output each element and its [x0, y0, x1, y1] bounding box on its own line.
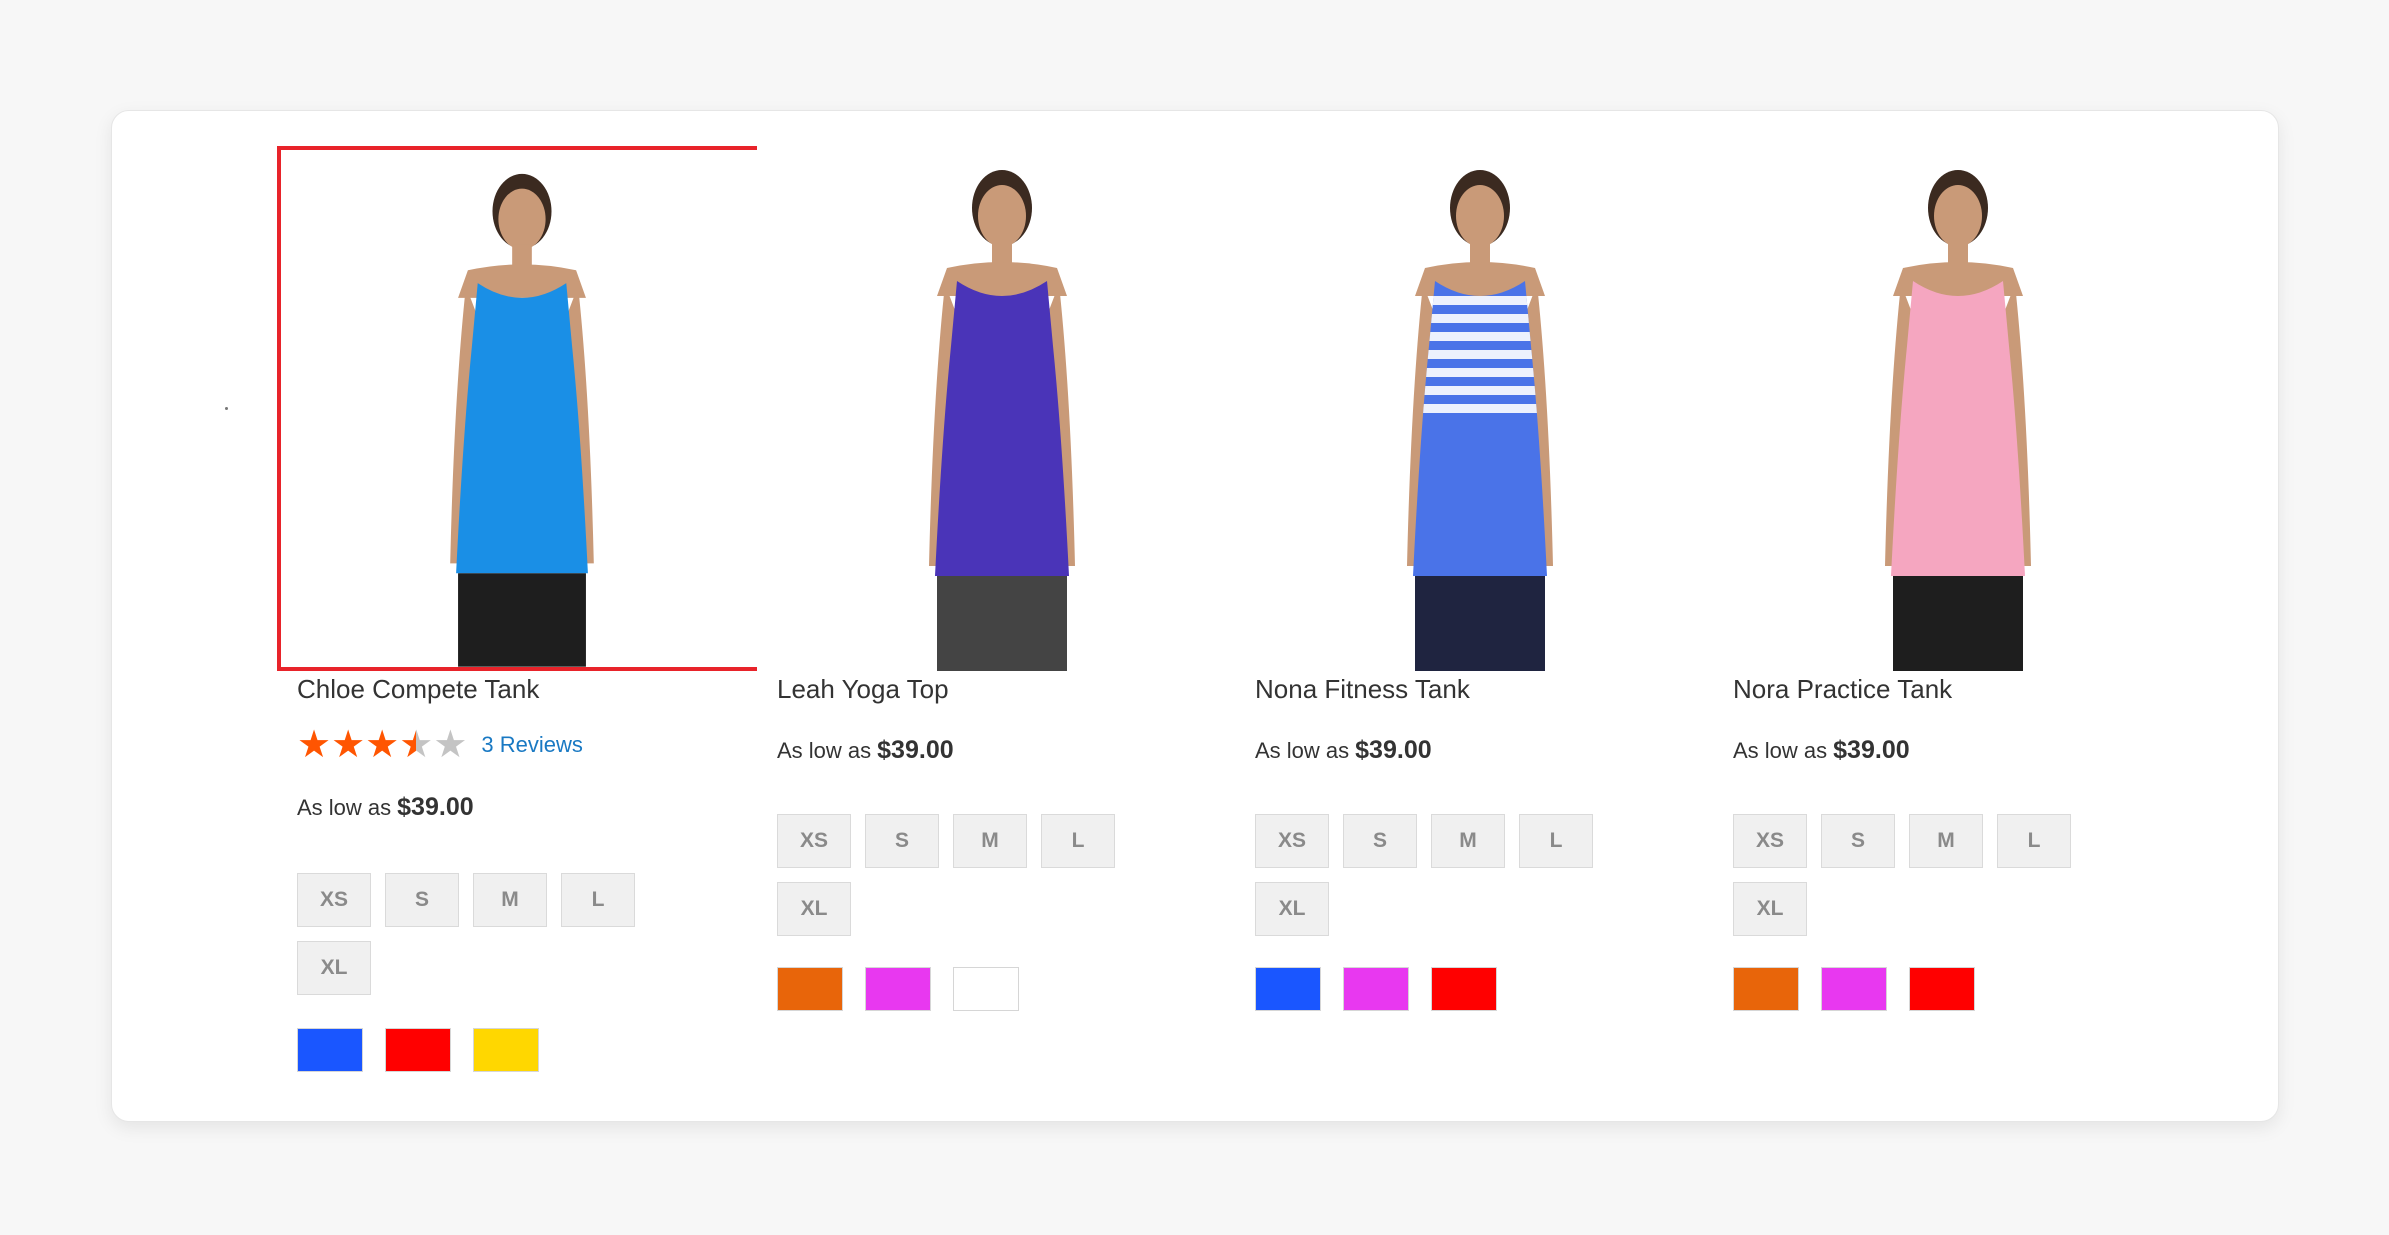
- size-swatches: XS S M L XL: [1255, 814, 1655, 936]
- size-option-s[interactable]: S: [865, 814, 939, 868]
- price-amount: $39.00: [397, 793, 474, 821]
- size-option-xs[interactable]: XS: [1255, 814, 1329, 868]
- size-option-s[interactable]: S: [1821, 814, 1895, 868]
- size-option-l[interactable]: L: [1997, 814, 2071, 868]
- product-image[interactable]: [1235, 146, 1725, 671]
- size-option-xl[interactable]: XL: [1733, 882, 1807, 936]
- color-swatches: [777, 967, 1019, 1011]
- color-swatch[interactable]: [1255, 967, 1321, 1011]
- product-name-link[interactable]: Leah Yoga Top: [777, 674, 949, 705]
- price-box: As low as $39.00: [1733, 736, 1910, 765]
- product-image[interactable]: [1713, 146, 2203, 671]
- product-name-link[interactable]: Chloe Compete Tank: [297, 674, 539, 705]
- stray-dot: [225, 407, 228, 410]
- star-icon: ★: [433, 724, 468, 766]
- color-swatch[interactable]: [777, 967, 843, 1011]
- size-option-m[interactable]: M: [1909, 814, 1983, 868]
- color-swatch[interactable]: [473, 1028, 539, 1072]
- product-grid-card: Chloe Compete Tank ★ ★ ★ ★ ★ 3 Reviews As lo…: [111, 110, 2279, 1122]
- color-swatch[interactable]: [1821, 967, 1887, 1011]
- color-swatch[interactable]: [1909, 967, 1975, 1011]
- color-swatch[interactable]: [1343, 967, 1409, 1011]
- size-option-xl[interactable]: XL: [777, 882, 851, 936]
- product-item-nona-fitness-tank: Nona Fitness Tank As low as $39.00 XS S M L X…: [1235, 111, 1725, 1121]
- size-option-l[interactable]: L: [561, 873, 635, 927]
- price-label: As low as: [1733, 738, 1828, 763]
- size-swatches: XS S M L XL: [777, 814, 1177, 936]
- price-label: As low as: [297, 795, 392, 820]
- star-icon: ★: [331, 724, 366, 766]
- color-swatch[interactable]: [1431, 967, 1497, 1011]
- price-box: As low as $39.00: [777, 736, 954, 765]
- size-option-s[interactable]: S: [385, 873, 459, 927]
- color-swatches: [297, 1028, 539, 1072]
- color-swatches: [1255, 967, 1497, 1011]
- price-amount: $39.00: [1833, 736, 1910, 764]
- price-box: As low as $39.00: [297, 793, 474, 822]
- product-name-link[interactable]: Nora Practice Tank: [1733, 674, 1952, 705]
- size-option-s[interactable]: S: [1343, 814, 1417, 868]
- product-rating: ★ ★ ★ ★ ★ 3 Reviews: [297, 726, 583, 764]
- size-option-m[interactable]: M: [953, 814, 1027, 868]
- color-swatch[interactable]: [385, 1028, 451, 1072]
- size-option-xl[interactable]: XL: [297, 941, 371, 995]
- size-option-m[interactable]: M: [1431, 814, 1505, 868]
- size-swatches: XS S M L XL: [1733, 814, 2133, 936]
- product-item-nora-practice-tank: Nora Practice Tank As low as $39.00 XS S M L…: [1713, 111, 2203, 1121]
- product-image[interactable]: [277, 146, 767, 671]
- color-swatch[interactable]: [1733, 967, 1799, 1011]
- star-icon: ★: [297, 724, 332, 766]
- star-icon: ★: [399, 724, 434, 766]
- size-swatches: XS S M L XL: [297, 873, 697, 995]
- color-swatch[interactable]: [953, 967, 1019, 1011]
- size-option-xl[interactable]: XL: [1255, 882, 1329, 936]
- color-swatch[interactable]: [865, 967, 931, 1011]
- reviews-link[interactable]: 3 Reviews: [481, 732, 582, 758]
- size-option-m[interactable]: M: [473, 873, 547, 927]
- price-amount: $39.00: [1355, 736, 1432, 764]
- price-label: As low as: [777, 738, 872, 763]
- price-label: As low as: [1255, 738, 1350, 763]
- price-box: As low as $39.00: [1255, 736, 1432, 765]
- color-swatches: [1733, 967, 1975, 1011]
- color-swatch[interactable]: [297, 1028, 363, 1072]
- price-amount: $39.00: [877, 736, 954, 764]
- product-item-leah-yoga-top: Leah Yoga Top As low as $39.00 XS S M L XL: [757, 111, 1247, 1121]
- size-option-l[interactable]: L: [1041, 814, 1115, 868]
- size-option-xs[interactable]: XS: [1733, 814, 1807, 868]
- product-item-chloe-compete-tank: Chloe Compete Tank ★ ★ ★ ★ ★ 3 Reviews As lo…: [277, 111, 767, 1121]
- product-name-link[interactable]: Nona Fitness Tank: [1255, 674, 1470, 705]
- star-icon: ★: [365, 724, 400, 766]
- size-option-l[interactable]: L: [1519, 814, 1593, 868]
- product-image[interactable]: [757, 146, 1247, 671]
- size-option-xs[interactable]: XS: [777, 814, 851, 868]
- rating-stars: ★ ★ ★ ★ ★: [297, 726, 467, 764]
- size-option-xs[interactable]: XS: [297, 873, 371, 927]
